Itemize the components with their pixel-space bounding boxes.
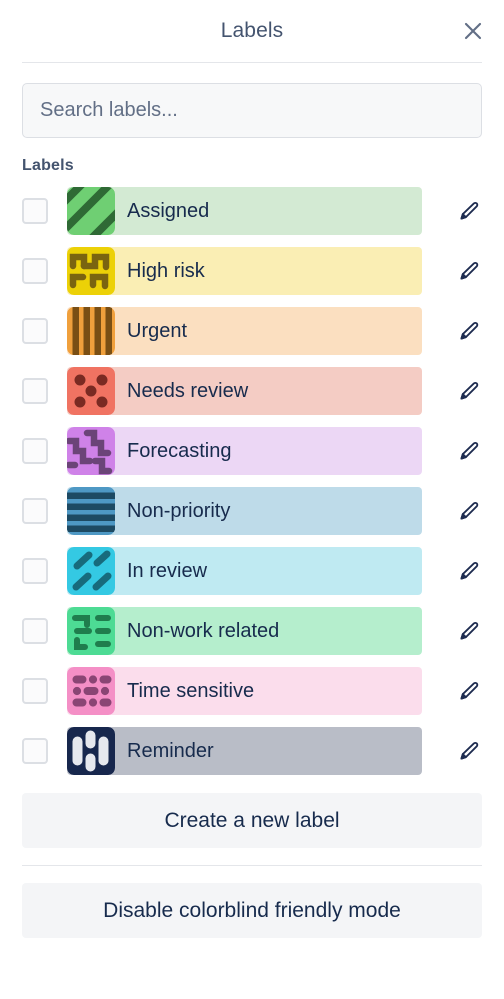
label-checkbox[interactable] (22, 558, 48, 584)
edit-label-button[interactable] (451, 674, 485, 708)
label-name: Forecasting (127, 439, 232, 462)
label-name: Time sensitive (127, 679, 255, 702)
edit-label-button[interactable] (451, 614, 485, 648)
pencil-icon (457, 440, 480, 463)
label-chip[interactable]: Needs review (67, 367, 422, 415)
label-checkbox[interactable] (22, 198, 48, 224)
label-chip[interactable]: Urgent (67, 307, 422, 355)
label-chip[interactable]: Forecasting (67, 427, 422, 475)
label-pattern-swatch-wavy-lines (67, 427, 115, 475)
label-checkbox[interactable] (22, 378, 48, 404)
label-name: Urgent (127, 319, 188, 342)
labels-list: Assigned High risk Urgent Needs review Forec… (0, 181, 504, 781)
edit-label-button[interactable] (451, 314, 485, 348)
close-button[interactable] (456, 14, 490, 48)
close-icon (462, 20, 484, 42)
edit-label-button[interactable] (451, 734, 485, 768)
pencil-icon (457, 260, 480, 283)
label-name: Non-work related (127, 619, 280, 642)
pencil-icon (457, 500, 480, 523)
colorblind-mode-section: Disable colorblind friendly mode (0, 866, 504, 938)
label-row: Non-work related (0, 601, 504, 661)
toggle-colorblind-mode-button[interactable]: Disable colorblind friendly mode (22, 883, 482, 938)
label-chip[interactable]: Non-priority (67, 487, 422, 535)
label-pattern-swatch-horizontal-stripes (67, 487, 115, 535)
label-name: High risk (127, 259, 205, 282)
edit-label-button[interactable] (451, 194, 485, 228)
label-pattern-swatch-dots (67, 367, 115, 415)
label-name: In review (127, 559, 208, 582)
pencil-icon (457, 560, 480, 583)
pencil-icon (457, 200, 480, 223)
label-row: Needs review (0, 361, 504, 421)
edit-label-button[interactable] (451, 374, 485, 408)
label-row: Forecasting (0, 421, 504, 481)
edit-label-button[interactable] (451, 554, 485, 588)
create-new-label-button[interactable]: Create a new label (22, 793, 482, 848)
label-row: High risk (0, 241, 504, 301)
label-pattern-swatch-capsule-bars (67, 727, 115, 775)
label-name: Non-priority (127, 499, 231, 522)
label-pattern-swatch-zigzag-maze (67, 247, 115, 295)
label-checkbox[interactable] (22, 498, 48, 524)
edit-label-button[interactable] (451, 254, 485, 288)
pencil-icon (457, 740, 480, 763)
label-pattern-swatch-broken-lines (67, 607, 115, 655)
label-chip[interactable]: Non-work related (67, 607, 422, 655)
label-chip[interactable]: In review (67, 547, 422, 595)
label-chip[interactable]: Reminder (67, 727, 422, 775)
label-checkbox[interactable] (22, 738, 48, 764)
label-name: Assigned (127, 199, 210, 222)
label-row: Reminder (0, 721, 504, 781)
pencil-icon (457, 680, 480, 703)
label-pattern-swatch-diagonal-stripes (67, 187, 115, 235)
labels-section-title: Labels (22, 157, 74, 174)
label-checkbox[interactable] (22, 678, 48, 704)
search-section (0, 63, 504, 138)
popover-header: Labels (0, 0, 504, 62)
page-title: Labels (220, 19, 284, 42)
label-row: In review (0, 541, 504, 601)
label-checkbox[interactable] (22, 318, 48, 344)
search-input[interactable] (22, 83, 482, 138)
label-chip[interactable]: High risk (67, 247, 422, 295)
label-pattern-swatch-diagonal-dashes (67, 547, 115, 595)
edit-label-button[interactable] (451, 494, 485, 528)
label-checkbox[interactable] (22, 438, 48, 464)
label-row: Time sensitive (0, 661, 504, 721)
pencil-icon (457, 320, 480, 343)
create-label-section: Create a new label (0, 781, 504, 848)
labels-popover: Labels Labels Assigned High risk Urgent Nee… (0, 0, 504, 999)
label-row: Non-priority (0, 481, 504, 541)
edit-label-button[interactable] (451, 434, 485, 468)
pencil-icon (457, 380, 480, 403)
label-chip[interactable]: Assigned (67, 187, 422, 235)
label-checkbox[interactable] (22, 258, 48, 284)
label-row: Assigned (0, 181, 504, 241)
label-pattern-swatch-dash-dot-grid (67, 667, 115, 715)
label-name: Needs review (127, 379, 249, 402)
label-row: Urgent (0, 301, 504, 361)
pencil-icon (457, 620, 480, 643)
label-name: Reminder (127, 739, 214, 762)
label-checkbox[interactable] (22, 618, 48, 644)
label-pattern-swatch-vertical-stripes (67, 307, 115, 355)
label-chip[interactable]: Time sensitive (67, 667, 422, 715)
